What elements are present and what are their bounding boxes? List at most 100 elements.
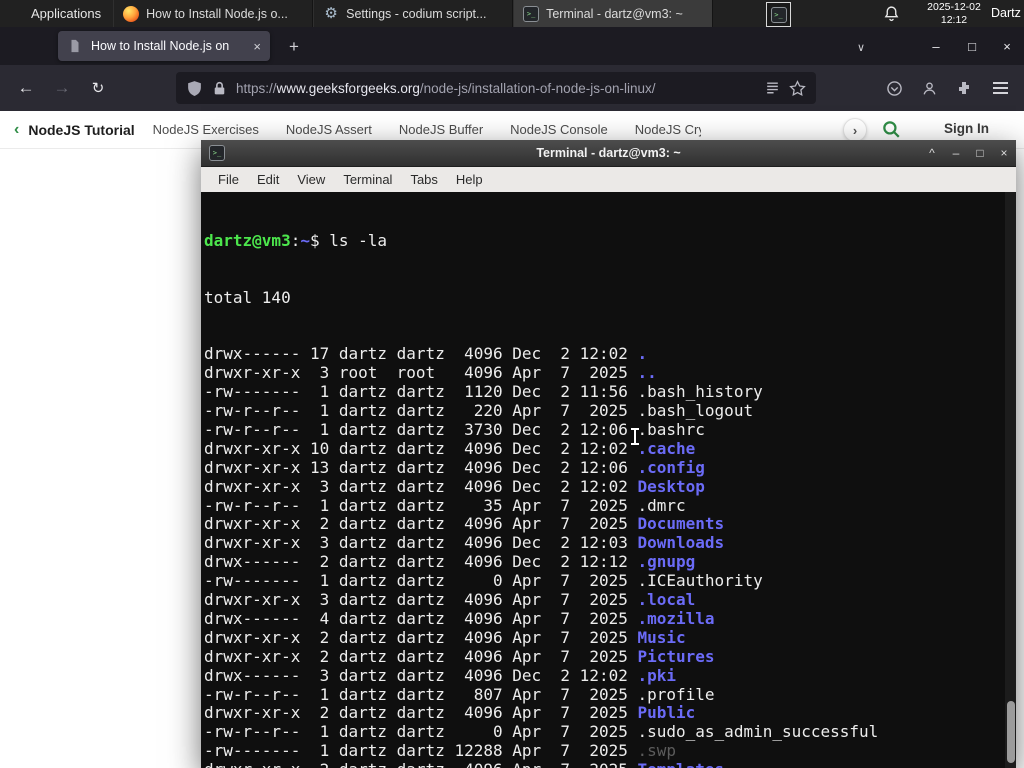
file-name: .ICEauthority [637, 571, 763, 591]
taskbar: How to Install Node.js o... ⚙ Settings - c… [113, 0, 714, 27]
applications-menu-button[interactable]: Applications [0, 0, 111, 27]
settings-gear-icon: ⚙ [324, 4, 338, 22]
list-all-tabs-icon[interactable]: ∨ [848, 35, 874, 59]
panel-clock[interactable]: 2025-12-02 12:12 [920, 1, 988, 26]
site-nav-link[interactable]: NodeJS Console [510, 122, 608, 137]
terminal-line: -rw-r--r-- 1 dartz dartz 35 Apr 7 2025 .… [204, 495, 686, 515]
sign-in-button[interactable]: Sign In [944, 121, 989, 136]
file-name: Desktop [637, 476, 705, 496]
bookmark-star-icon[interactable] [789, 79, 806, 97]
tab-close-icon[interactable]: × [253, 39, 261, 54]
url-scheme: https:// [236, 80, 277, 96]
terminal-line: drwxr-xr-x 3 dartz dartz 4096 Apr 7 2025… [204, 590, 696, 610]
file-name: Downloads [637, 533, 725, 553]
terminal-line: drwxr-xr-x 2 dartz dartz 4096 Apr 7 2025… [204, 514, 725, 534]
file-name: Documents [637, 514, 725, 534]
taskbar-item[interactable]: >_ Terminal - dartz@vm3: ~ [513, 0, 714, 27]
window-close-button[interactable]: × [991, 27, 1023, 65]
nav-next-button[interactable]: › [843, 118, 867, 142]
terminal-line: drwxr-xr-x 3 root root 4096 Apr 7 2025 .… [204, 363, 657, 383]
reader-view-icon[interactable] [764, 80, 781, 97]
terminal-line: drwx------ 2 dartz dartz 4096 Dec 2 12:1… [204, 552, 696, 572]
prompt-separator: : [290, 230, 301, 250]
terminal-maximize-button[interactable]: □ [968, 140, 992, 166]
terminal-menubar: File Edit View Terminal Tabs Help [201, 167, 1016, 193]
terminal-line: drwxr-xr-x 13 dartz dartz 4096 Dec 2 12:… [204, 457, 705, 477]
prompt-symbol: $ [309, 230, 330, 250]
account-icon[interactable] [913, 72, 945, 104]
prompt-command: ls -la [329, 230, 388, 250]
terminal-close-button[interactable]: × [992, 140, 1016, 166]
site-nav-link[interactable]: NodeJS Buffer [399, 122, 483, 137]
file-name: .profile [637, 684, 715, 704]
site-nav-link[interactable]: NodeJS Crypto [635, 122, 701, 137]
terminal-line: drwxr-xr-x 10 dartz dartz 4096 Dec 2 12:… [204, 438, 696, 458]
tray-terminal-button[interactable]: >_ [766, 2, 791, 27]
taskbar-item-label: How to Install Node.js o... [146, 6, 288, 21]
terminal-window-icon: >_ [209, 145, 225, 161]
site-nav-links: NodeJS Exercises NodeJS Assert NodeJS Buff… [153, 122, 701, 137]
search-icon[interactable] [881, 119, 901, 139]
file-name: .. [637, 363, 657, 383]
terminal-line: drwxr-xr-x 2 dartz dartz 4096 Apr 7 2025… [204, 646, 715, 666]
site-nav-link[interactable]: NodeJS Exercises [153, 122, 259, 137]
extensions-icon[interactable] [948, 72, 980, 104]
file-name: .pki [637, 665, 677, 685]
file-name: .cache [637, 438, 696, 458]
terminal-line: drwx------ 17 dartz dartz 4096 Dec 2 12:… [204, 344, 648, 364]
file-name: .local [637, 590, 696, 610]
desktop-panel: Applications How to Install Node.js o...… [0, 0, 1024, 27]
reload-button[interactable]: ↻ [82, 72, 114, 104]
pocket-icon[interactable] [878, 72, 910, 104]
lock-icon[interactable] [211, 80, 228, 97]
terminal-line: -rw-r--r-- 1 dartz dartz 0 Apr 7 2025 .s… [204, 722, 879, 742]
terminal-titlebar[interactable]: >_ Terminal - dartz@vm3: ~ ^ – □ × [201, 140, 1016, 167]
taskbar-item[interactable]: How to Install Node.js o... [113, 0, 314, 27]
tray-terminal-icon: >_ [770, 6, 787, 23]
terminal-body[interactable]: dartz@vm3:~$ ls -la total 140 drwx------… [201, 192, 1016, 768]
terminal-scrollbar[interactable] [1005, 192, 1016, 768]
terminal-menu-item[interactable]: Help [447, 172, 492, 187]
taskbar-item[interactable]: ⚙ Settings - codium script... [313, 0, 514, 27]
file-name: .config [637, 457, 705, 477]
terminal-window: >_ Terminal - dartz@vm3: ~ ^ – □ × File E… [201, 140, 1016, 768]
terminal-minimize-button[interactable]: – [944, 140, 968, 166]
browser-tab[interactable]: How to Install Node.js on × [58, 31, 270, 61]
terminal-menu-item[interactable]: Terminal [334, 172, 401, 187]
window-maximize-button[interactable]: □ [956, 27, 988, 65]
file-name: Pictures [637, 646, 715, 666]
file-name: .dmrc [637, 495, 686, 515]
applications-label: Applications [31, 6, 102, 21]
terminal-line: drwxr-xr-x 2 dartz dartz 4096 Apr 7 2025… [204, 760, 1003, 768]
terminal-line: drwxr-xr-x 2 dartz dartz 4096 Apr 7 2025… [204, 703, 696, 723]
file-name: .bash_history [637, 382, 763, 402]
back-button[interactable]: ← [10, 72, 42, 104]
applications-grid-icon [10, 7, 23, 20]
file-name: .bashrc [637, 419, 705, 439]
tracking-shield-icon[interactable] [186, 80, 203, 97]
file-name: .swp [637, 741, 677, 761]
nav-prev-icon[interactable]: ‹ [14, 121, 19, 139]
file-name: . [637, 344, 648, 364]
new-tab-button[interactable]: + [281, 34, 307, 60]
taskbar-item-label: Settings - codium script... [346, 6, 487, 21]
terminal-menu-item[interactable]: Edit [248, 172, 288, 187]
terminal-menu-item[interactable]: Tabs [401, 172, 446, 187]
terminal-scrollbar-thumb[interactable] [1007, 701, 1015, 763]
site-nav-link[interactable]: NodeJS Assert [286, 122, 372, 137]
window-minimize-button[interactable]: – [920, 27, 952, 65]
url-bar[interactable]: https://www.geeksforgeeks.org/node-js/in… [176, 72, 816, 104]
terminal-menu-item[interactable]: View [288, 172, 334, 187]
file-name: Templates [637, 760, 724, 768]
terminal-shade-button[interactable]: ^ [920, 140, 944, 166]
notification-bell-icon[interactable] [883, 5, 900, 22]
hamburger-menu-icon[interactable] [984, 72, 1016, 104]
url-text: https://www.geeksforgeeks.org/node-js/in… [236, 81, 756, 96]
terminal-line: -rw-r--r-- 1 dartz dartz 3730 Dec 2 12:0… [204, 419, 705, 439]
terminal-menu-item[interactable]: File [209, 172, 248, 187]
terminal-output: dartz@vm3:~$ ls -la total 140 drwx------… [204, 194, 1003, 768]
site-nav-title[interactable]: NodeJS Tutorial [28, 122, 134, 138]
tab-favicon [67, 38, 83, 54]
terminal-line: -rw------- 1 dartz dartz 0 Apr 7 2025 .I… [204, 571, 763, 591]
forward-button[interactable]: → [46, 72, 78, 104]
